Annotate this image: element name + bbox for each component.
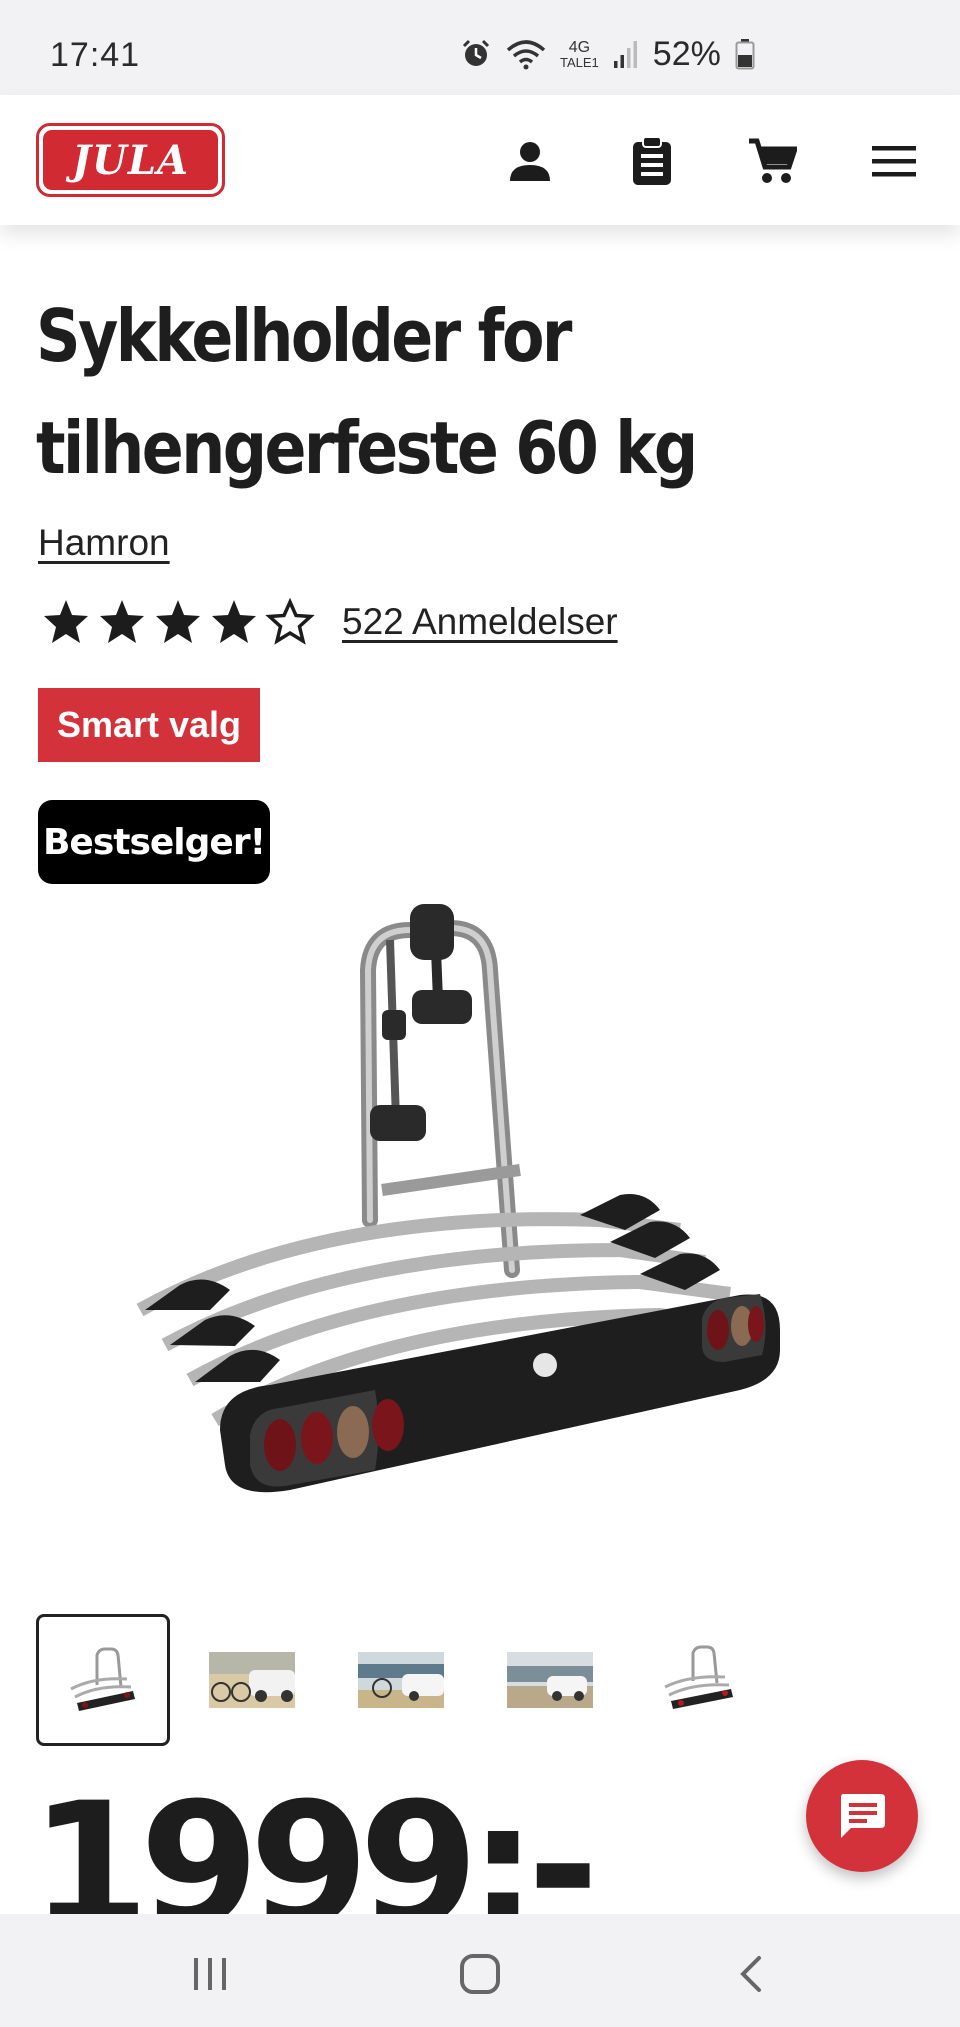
thumbnail-1[interactable]	[36, 1614, 170, 1746]
thumbnail-image	[209, 1652, 295, 1708]
cart-icon	[749, 138, 797, 183]
thumbnail-image	[70, 1647, 135, 1711]
product-title: Sykkelholder for tilhengerfeste 60 kg	[36, 280, 776, 504]
network-sub-label: TALE1	[560, 54, 599, 70]
alarm-icon	[462, 39, 490, 66]
menu-icon	[872, 146, 916, 177]
clipboard-icon	[633, 136, 671, 185]
back-icon	[740, 1956, 761, 1992]
menu-button[interactable]	[866, 133, 922, 189]
shopping-list-button[interactable]	[624, 133, 680, 189]
system-nav-bar	[0, 1914, 960, 2027]
signal-icon	[613, 41, 637, 68]
thumbnail-image	[358, 1652, 444, 1708]
home-button[interactable]	[450, 1944, 510, 2004]
star-filled-icon	[212, 600, 256, 643]
thumbnail-3[interactable]	[334, 1614, 468, 1746]
thumbnail-strip	[36, 1614, 781, 1746]
thumbnail-4[interactable]	[483, 1614, 617, 1746]
battery-icon	[735, 39, 755, 70]
thumbnail-image	[664, 1645, 733, 1709]
network-type: 4G TALE1	[560, 38, 599, 70]
wifi-icon	[506, 40, 546, 70]
product-title-line-1: Sykkelholder for	[36, 294, 572, 378]
star-filled-icon	[44, 600, 88, 643]
account-button[interactable]	[502, 133, 558, 189]
battery-percent: 52%	[652, 34, 721, 73]
chat-icon	[841, 1794, 885, 1838]
star-filled-icon	[100, 600, 144, 643]
status-time: 17:41	[50, 36, 141, 74]
site-header: JULA	[0, 95, 960, 225]
back-button[interactable]	[720, 1944, 780, 2004]
thumbnail-image	[507, 1652, 593, 1708]
logo-text: JULA	[43, 130, 218, 190]
cart-button[interactable]	[744, 133, 800, 189]
thumbnail-2[interactable]	[185, 1614, 319, 1746]
product-title-line-2: tilhengerfeste 60 kg	[36, 406, 698, 490]
network-label: 4G	[568, 38, 591, 56]
status-icons: 4G TALE1 52%	[460, 34, 755, 74]
brand-link[interactable]: Hamron	[38, 522, 170, 564]
home-icon	[460, 1954, 500, 1994]
status-bar: 17:41 4G TALE1 52%	[0, 0, 960, 95]
chat-button[interactable]	[806, 1760, 918, 1872]
recent-apps-icon	[194, 1958, 226, 1990]
star-outline-icon	[265, 597, 315, 645]
jula-logo[interactable]: JULA	[36, 123, 225, 197]
product-image[interactable]	[120, 890, 840, 1520]
star-filled-icon	[156, 600, 200, 643]
recent-apps-button[interactable]	[180, 1944, 240, 2004]
reviews-link[interactable]: 522 Anmeldelser	[342, 601, 618, 643]
thumbnail-5[interactable]	[632, 1614, 766, 1746]
bestseller-badge: Bestselger!	[38, 800, 270, 884]
rating-row: 522 Anmeldelser	[40, 596, 618, 648]
account-icon	[510, 142, 550, 181]
smart-choice-badge: Smart valg	[38, 688, 260, 762]
